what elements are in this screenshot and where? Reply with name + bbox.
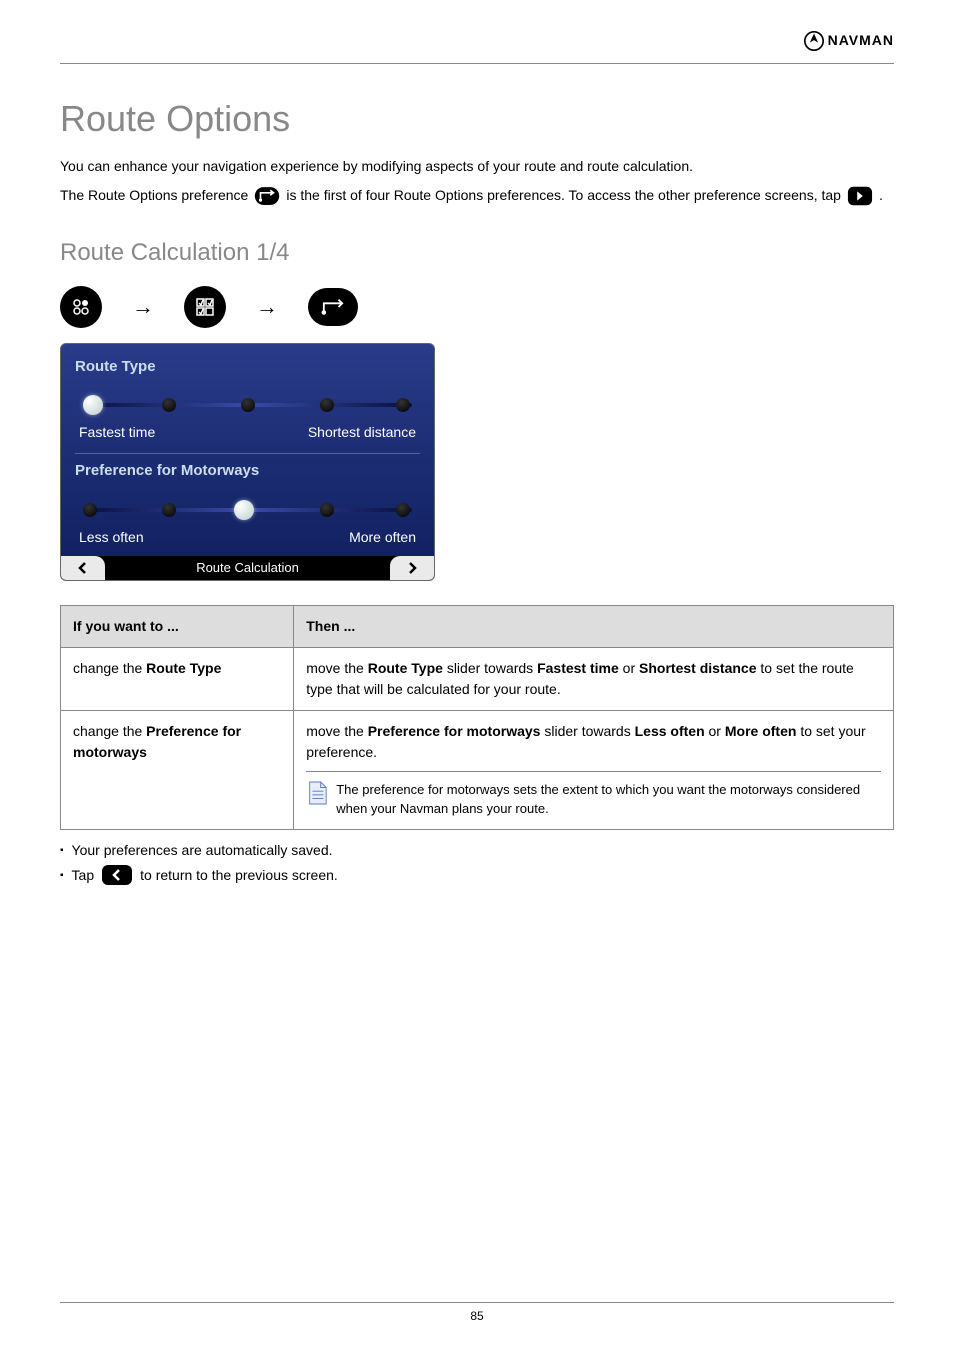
device-next-button[interactable] (390, 556, 434, 580)
menu-icon (60, 286, 102, 328)
list-item: Tap to return to the previous screen. (60, 865, 894, 886)
arrow-right-icon: → (132, 290, 154, 323)
subsection-title: Route Calculation 1/4 (60, 235, 894, 271)
device-footer-label: Route Calculation (105, 556, 390, 580)
motorways-left: Less often (79, 527, 144, 548)
want-label: change the (73, 723, 146, 739)
note-prefix: The Route Options preference (60, 185, 248, 206)
col1-header: If you want to ... (61, 605, 294, 647)
route-type-right: Shortest distance (308, 422, 416, 443)
note-suffix: . (879, 185, 883, 206)
motorways-slider[interactable] (83, 501, 412, 521)
route-type-label: Route Type (75, 356, 420, 379)
route-icon (254, 185, 280, 207)
arrow-right-icon: → (256, 290, 278, 323)
list-item: Your preferences are automatically saved… (60, 840, 894, 861)
next-icon (847, 185, 873, 207)
note-text: The preference for motorways sets the ex… (336, 780, 881, 819)
device-prev-button[interactable] (61, 556, 105, 580)
route-options-icon (308, 288, 358, 326)
col2-header: Then ... (294, 605, 894, 647)
motorways-label: Preference for Motorways (75, 460, 420, 483)
intro-text: You can enhance your navigation experien… (60, 156, 894, 177)
route-type-slider[interactable] (83, 396, 412, 416)
options-table: If you want to ... Then ... change the R… (60, 605, 894, 830)
brand-text: NAVMAN (828, 30, 894, 51)
note-mid: is the first of four Route Options prefe… (286, 185, 841, 206)
table-row: change the Route Type move the Route Typ… (61, 647, 894, 710)
want-label: change the (73, 660, 146, 676)
back-icon (102, 865, 132, 885)
section-title: Route Options (60, 92, 894, 146)
note-icon (306, 780, 328, 812)
header: NAVMAN (60, 30, 894, 64)
preferences-icon (184, 286, 226, 328)
page-footer: 85 (60, 1302, 894, 1325)
intro-note: The Route Options preference is the firs… (60, 185, 894, 207)
breadcrumb: → → (60, 286, 894, 328)
navman-icon (804, 31, 824, 51)
want-bold: Route Type (146, 660, 221, 676)
brand-logo: NAVMAN (804, 30, 894, 51)
motorways-right: More often (349, 527, 416, 548)
table-row: change the Preference for motorways move… (61, 710, 894, 829)
device-screenshot: Route Type Fastest time Shortest distanc… (60, 343, 435, 581)
page-number: 85 (470, 1309, 483, 1323)
route-type-left: Fastest time (79, 422, 155, 443)
